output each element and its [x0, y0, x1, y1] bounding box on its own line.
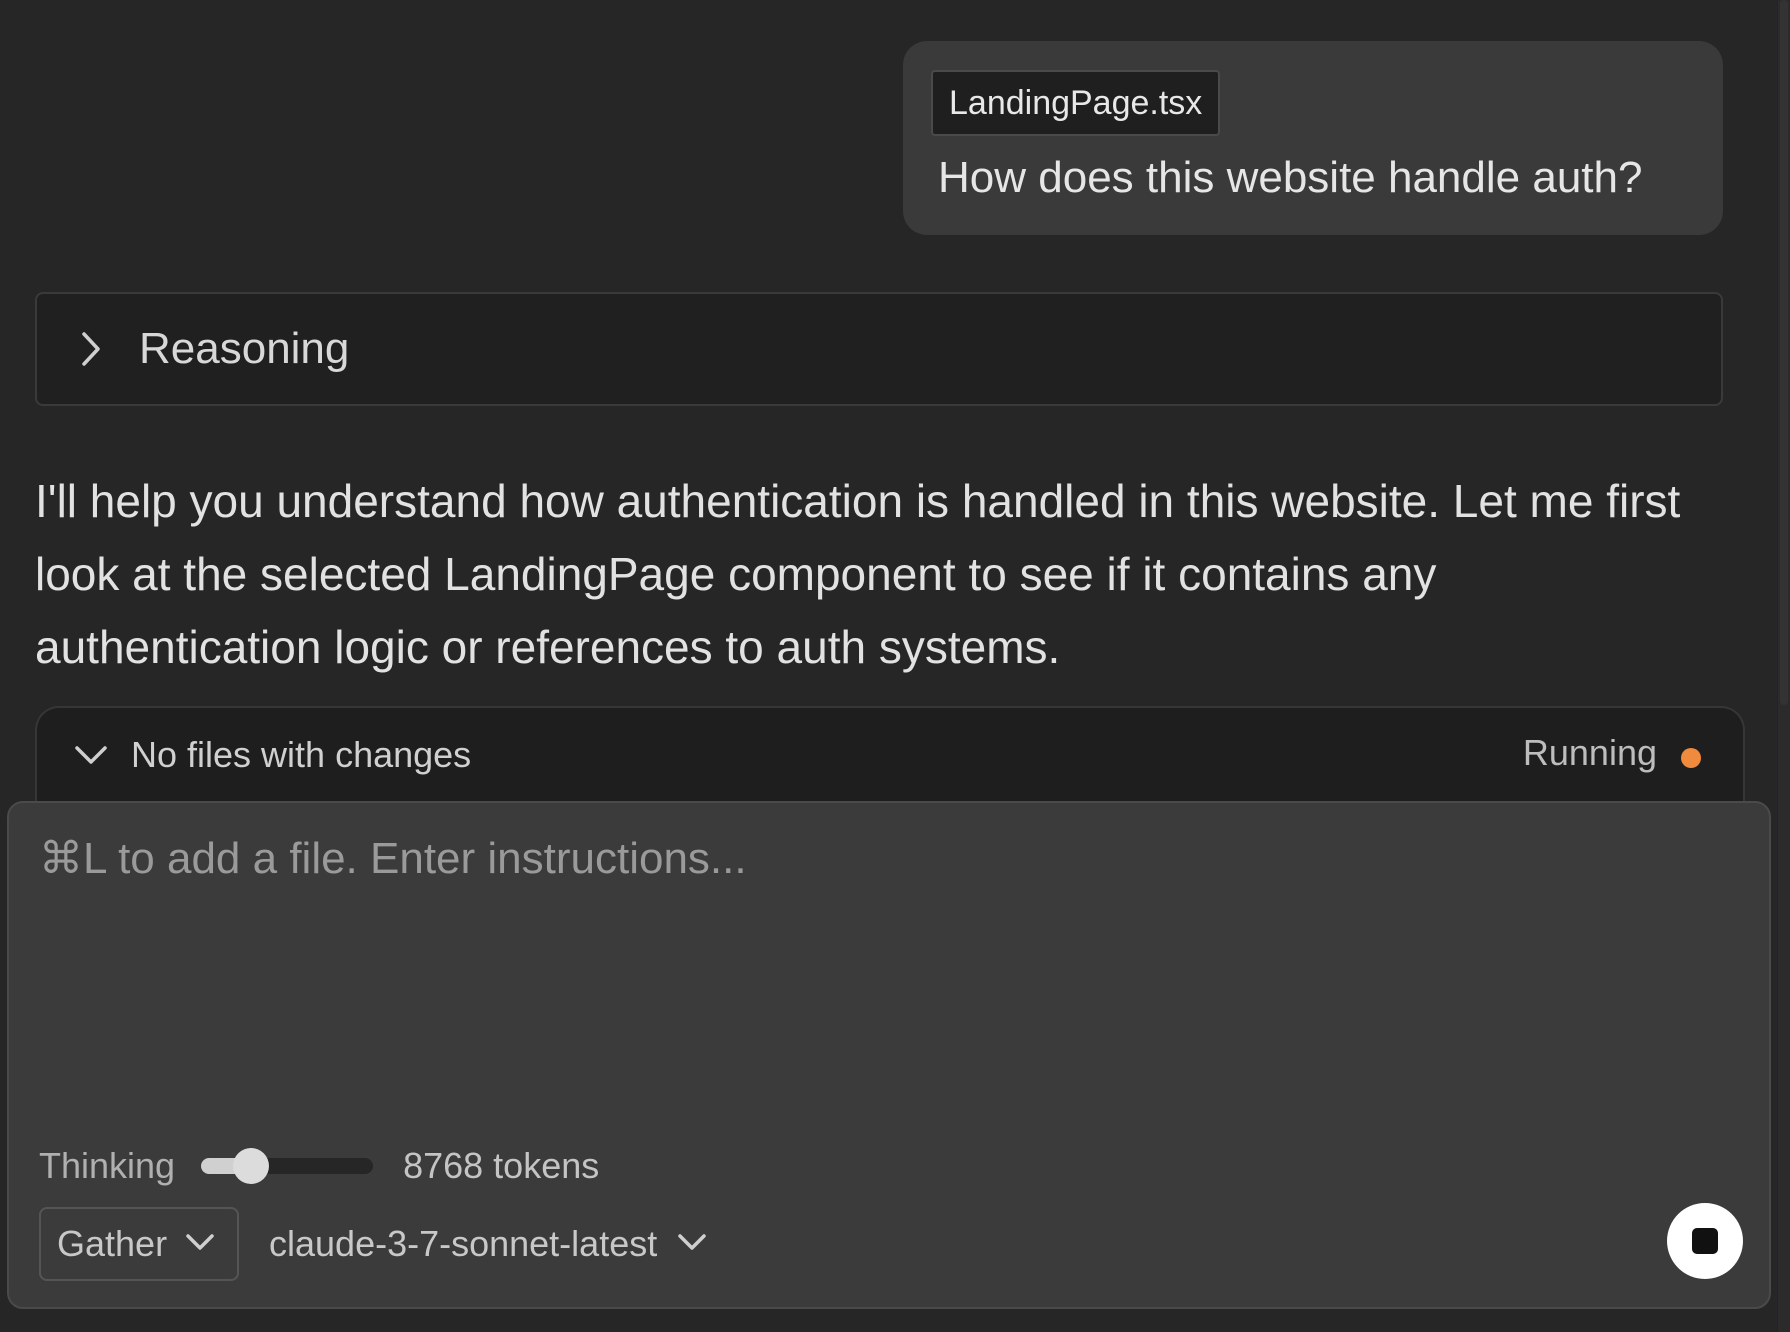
slider-handle[interactable] — [232, 1148, 269, 1184]
thinking-label: Thinking — [39, 1145, 176, 1186]
chevron-right-icon — [69, 327, 113, 371]
running-indicator-dot — [1681, 748, 1701, 768]
thinking-control: Thinking 8768 tokens — [39, 1137, 599, 1195]
chevron-down-icon — [71, 735, 111, 775]
message-composer: Thinking 8768 tokens Gather claude-3-7-s… — [7, 801, 1771, 1309]
mode-dropdown[interactable]: Gather — [39, 1207, 239, 1281]
changes-header[interactable]: No files with changes — [37, 708, 1743, 802]
scrollbar-thumb[interactable] — [1780, 0, 1788, 705]
scrollbar[interactable] — [1777, 0, 1790, 1332]
chat-panel: LandingPage.tsx How does this website ha… — [0, 0, 1790, 1332]
user-message-text: How does this website handle auth? — [938, 153, 1643, 202]
model-dropdown[interactable]: claude-3-7-sonnet-latest — [269, 1207, 707, 1281]
instructions-input[interactable] — [39, 833, 1729, 1093]
changes-title: No files with changes — [131, 734, 472, 775]
chevron-down-icon — [677, 1232, 707, 1257]
running-status: Running — [1522, 732, 1657, 773]
reasoning-label: Reasoning — [139, 324, 350, 373]
stop-button[interactable] — [1667, 1203, 1743, 1279]
model-selected-value: claude-3-7-sonnet-latest — [269, 1223, 658, 1264]
assistant-message-text: I'll help you understand how authenticat… — [35, 475, 1681, 673]
stop-icon — [1692, 1228, 1718, 1254]
token-count: 8768 tokens — [403, 1145, 600, 1186]
mode-selected-value: Gather — [57, 1223, 168, 1264]
file-context-chip[interactable]: LandingPage.tsx — [931, 70, 1221, 136]
reasoning-toggle[interactable]: Reasoning — [35, 292, 1723, 406]
thinking-budget-slider[interactable] — [201, 1148, 374, 1184]
user-message-bubble: LandingPage.tsx How does this website ha… — [903, 41, 1723, 235]
chevron-down-icon — [185, 1232, 215, 1257]
